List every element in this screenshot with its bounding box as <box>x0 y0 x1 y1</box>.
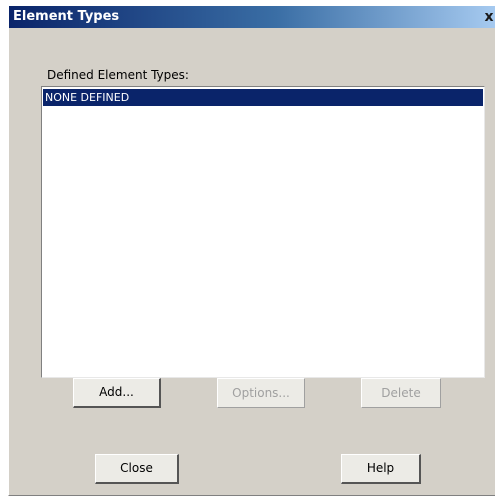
delete-button[interactable]: Delete <box>361 378 441 408</box>
list-item[interactable]: NONE DEFINED <box>43 89 483 106</box>
add-button[interactable]: Add... <box>73 378 161 408</box>
element-types-list-label: Defined Element Types: <box>47 68 189 82</box>
help-button[interactable]: Help <box>341 454 421 484</box>
close-button[interactable]: Close <box>95 454 179 484</box>
element-types-listbox[interactable]: NONE DEFINED <box>41 86 485 378</box>
dialog-title: Element Types <box>13 9 120 24</box>
title-bar[interactable]: Element Types x <box>9 6 495 28</box>
close-icon[interactable]: x <box>483 9 495 25</box>
options-button[interactable]: Options... <box>217 378 305 408</box>
element-types-dialog: Element Types x Defined Element Types: N… <box>8 6 495 496</box>
